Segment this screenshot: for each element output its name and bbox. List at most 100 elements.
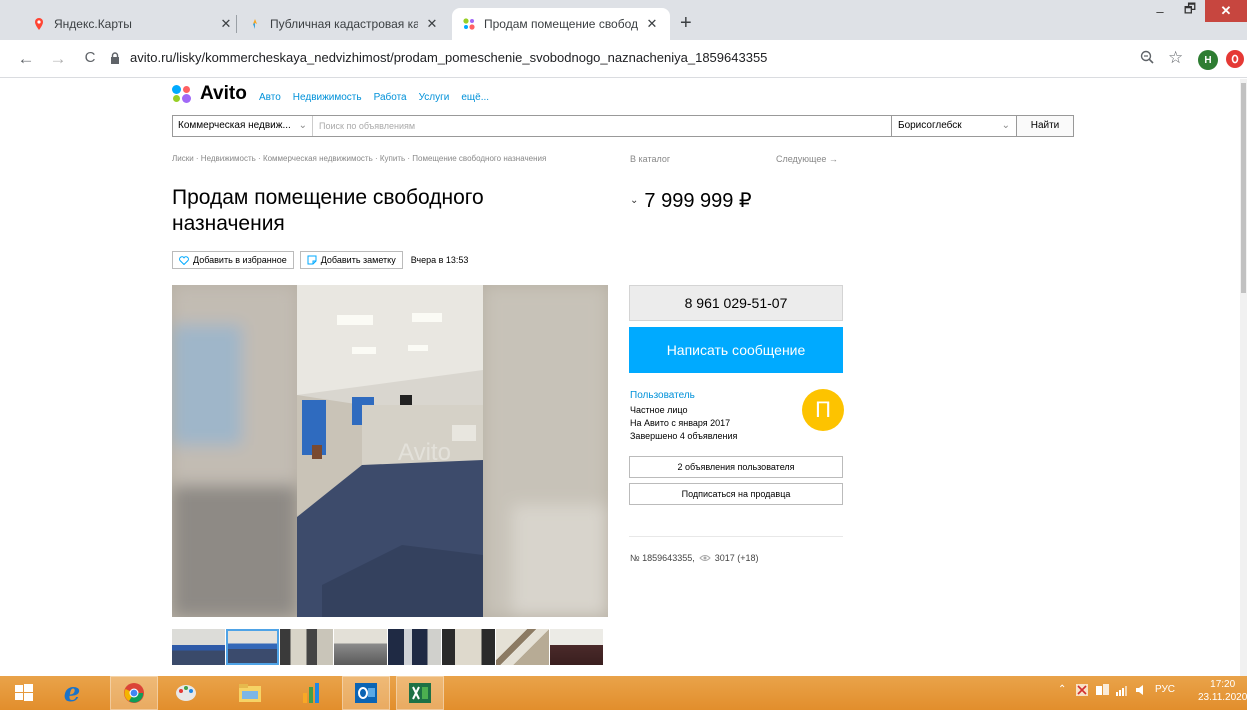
chrome-icon[interactable] <box>110 676 158 710</box>
tab-close-icon[interactable]: ✕ <box>644 16 660 32</box>
tab-cadastral-map[interactable]: Публичная кадастровая карта ✕ <box>238 8 450 40</box>
avito-logo-icon <box>172 85 194 103</box>
logo-text: Avito <box>200 83 247 104</box>
page-scrollbar[interactable] <box>1240 79 1247 676</box>
city-select[interactable]: Борисоглебск ⌄ <box>891 116 1016 136</box>
category-value: Коммерческая недвиж... <box>178 120 291 131</box>
system-clock[interactable]: 17:20 23.11.2020 <box>1198 678 1247 704</box>
signal-icon[interactable] <box>1116 684 1130 699</box>
tab-divider <box>236 15 237 33</box>
tab-avito-listing[interactable]: Продам помещение свободног ✕ <box>452 8 670 40</box>
seller-type: Частное лицо <box>630 405 688 415</box>
breadcrumb[interactable]: Лиски · Недвижимость · Коммерческая недв… <box>172 154 592 163</box>
tab-close-icon[interactable]: ✕ <box>424 16 440 32</box>
internet-explorer-icon[interactable]: e <box>48 676 96 710</box>
profile-avatar[interactable]: Н <box>1198 50 1218 70</box>
scrollbar-thumb[interactable] <box>1241 83 1246 293</box>
listing-meta: № 1859643355, 3017 (+18) <box>630 553 759 563</box>
listing-price: ⌄ 7 999 999 ₽ <box>630 188 752 213</box>
chevron-down-icon: ⌄ <box>298 120 307 131</box>
paint-icon[interactable] <box>162 676 210 710</box>
flag-icon[interactable] <box>1076 684 1088 699</box>
new-tab-button[interactable]: + <box>680 13 692 33</box>
tab-title: Продам помещение свободног <box>484 17 638 31</box>
views-count: 3017 (+18) <box>714 553 759 563</box>
seller-since: На Авито с января 2017 <box>630 418 731 428</box>
add-favorite-label: Добавить в избранное <box>193 255 287 265</box>
top-navigation: Авто Недвижимость Работа Услуги ещё... <box>259 92 489 103</box>
listing-number: № 1859643355, <box>630 553 695 563</box>
add-note-button[interactable]: Добавить заметку <box>299 251 403 269</box>
start-icon[interactable] <box>0 676 48 710</box>
minimize-button[interactable]: – <box>1145 0 1175 22</box>
maximize-button[interactable]: 🗗 <box>1175 0 1205 22</box>
page-viewport: Avito Авто Недвижимость Работа Услуги ещ… <box>0 79 1240 676</box>
price-value: 7 999 999 ₽ <box>644 190 752 212</box>
photo-thumbnail[interactable] <box>442 629 495 665</box>
photo-thumbnails <box>172 629 603 665</box>
city-value: Борисоглебск <box>898 120 962 131</box>
nav-link-jobs[interactable]: Работа <box>374 92 407 103</box>
chart-app-icon[interactable] <box>288 676 336 710</box>
url-field[interactable]: avito.ru/lisky/kommercheskaya_nedvizhimo… <box>110 50 767 65</box>
photo-thumbnail[interactable] <box>388 629 441 665</box>
photo-thumbnail[interactable] <box>334 629 387 665</box>
tab-title: Публичная кадастровая карта <box>270 17 418 31</box>
forward-button[interactable]: → <box>48 49 68 69</box>
nav-link-more[interactable]: ещё... <box>461 92 489 103</box>
tab-yandex-maps[interactable]: Яндекс.Карты ✕ <box>22 8 244 40</box>
windows-taskbar: e ⌃ РУС 17:20 23.11.2020 <box>0 676 1247 710</box>
explorer-icon[interactable] <box>226 676 274 710</box>
next-listing-link[interactable]: Следующее → <box>776 154 838 164</box>
tray-expand-icon[interactable]: ⌃ <box>1058 684 1066 695</box>
avito-logo[interactable]: Avito <box>172 83 247 105</box>
star-icon[interactable]: ☆ <box>1168 48 1183 68</box>
photo-thumbnail[interactable] <box>280 629 333 665</box>
nav-link-realty[interactable]: Недвижимость <box>293 92 362 103</box>
eye-icon <box>699 555 711 561</box>
search-input[interactable]: Поиск по объявлениям <box>313 116 891 136</box>
photo-thumbnail[interactable] <box>550 629 603 665</box>
opera-icon[interactable] <box>1226 50 1244 68</box>
input-language[interactable]: РУС <box>1155 684 1175 695</box>
close-window-button[interactable]: ✕ <box>1205 0 1247 22</box>
window-controls: – 🗗 ✕ <box>1145 0 1247 26</box>
seller-ads-button[interactable]: 2 объявления пользователя <box>629 456 843 478</box>
seller-name-link[interactable]: Пользователь <box>630 390 695 401</box>
volume-icon[interactable] <box>1136 684 1146 699</box>
outlook-icon[interactable] <box>342 676 390 710</box>
address-toolbar: ← → C avito.ru/lisky/kommercheskaya_nedv… <box>0 40 1247 78</box>
cadastral-map-favicon-icon <box>248 17 262 31</box>
add-favorite-button[interactable]: Добавить в избранное <box>172 251 294 269</box>
phone-button[interactable]: 8 961 029-51-07 <box>629 285 843 321</box>
posted-date: Вчера в 13:53 <box>410 255 469 265</box>
chevron-down-icon[interactable]: ⌄ <box>630 195 638 206</box>
heart-icon <box>179 255 189 265</box>
photo-thumbnail[interactable] <box>496 629 549 665</box>
tab-title: Яндекс.Карты <box>54 17 132 31</box>
category-select[interactable]: Коммерческая недвиж... ⌄ <box>173 116 313 136</box>
in-catalog-link[interactable]: В каталог <box>630 154 670 164</box>
photo-thumbnail[interactable] <box>172 629 225 665</box>
search-button[interactable]: Найти <box>1016 116 1073 136</box>
device-icon[interactable] <box>1096 684 1110 699</box>
listing-title: Продам помещение свободного назначения <box>172 186 484 235</box>
seller-avatar[interactable]: П <box>802 389 844 431</box>
subscribe-seller-button[interactable]: Подписаться на продавца <box>629 483 843 505</box>
note-icon <box>307 255 317 265</box>
nav-link-auto[interactable]: Авто <box>259 92 281 103</box>
nav-link-services[interactable]: Услуги <box>419 92 450 103</box>
back-button[interactable]: ← <box>16 49 36 69</box>
listing-photo[interactable]: Avito <box>172 285 608 617</box>
photo-watermark: Avito <box>398 439 451 466</box>
write-message-button[interactable]: Написать сообщение <box>629 327 843 373</box>
avito-favicon-icon <box>462 17 476 31</box>
photo-thumbnail-selected[interactable] <box>226 629 279 665</box>
clock-time: 17:20 <box>1210 679 1236 690</box>
browser-tab-strip: Яндекс.Карты ✕ Публичная кадастровая кар… <box>0 0 1247 40</box>
zoom-icon[interactable] <box>1140 50 1154 67</box>
tab-close-icon[interactable]: ✕ <box>218 16 234 32</box>
reload-button[interactable]: C <box>80 49 100 66</box>
chevron-down-icon: ⌄ <box>1001 120 1010 131</box>
excel-icon[interactable] <box>396 676 444 710</box>
